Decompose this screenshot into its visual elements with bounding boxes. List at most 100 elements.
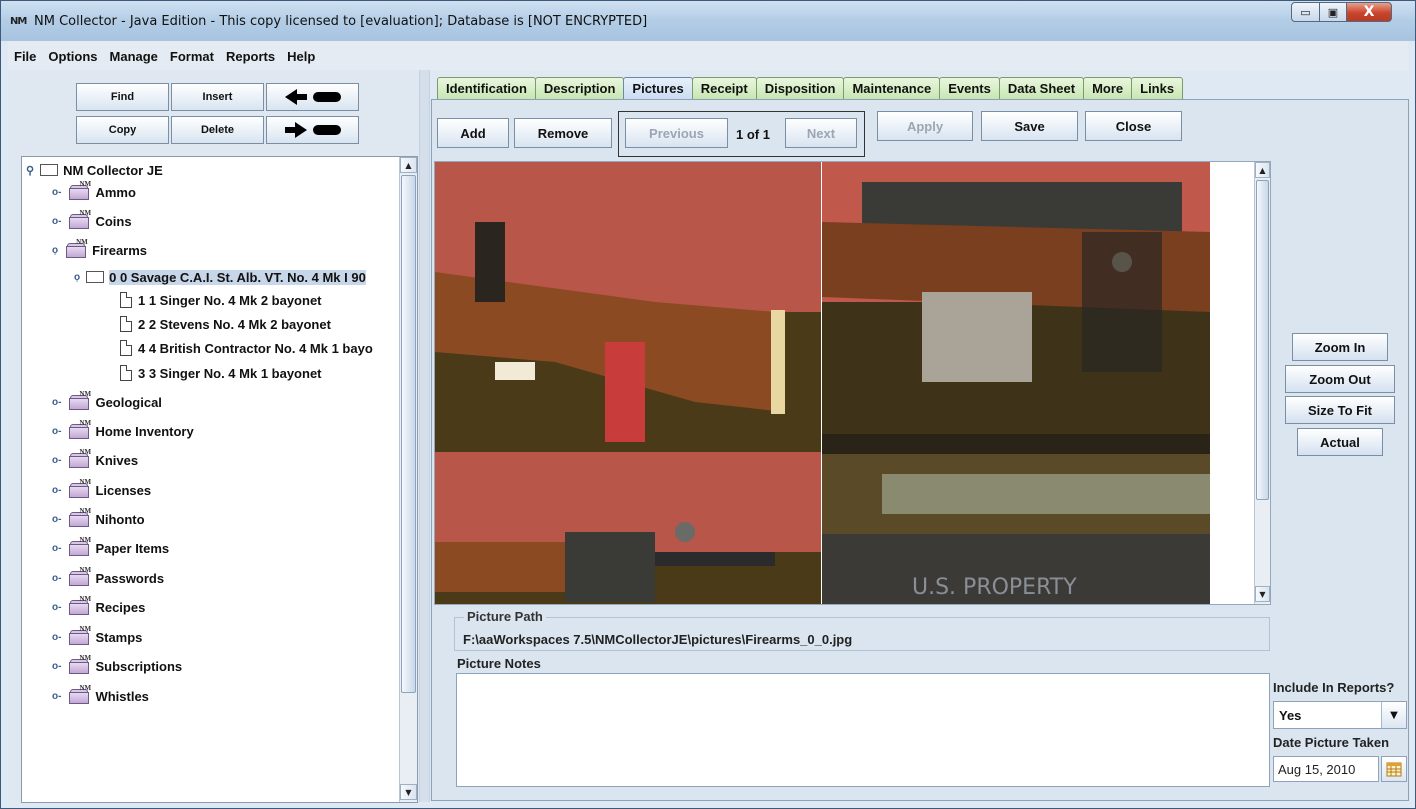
- picture-notes-field[interactable]: [456, 673, 1270, 787]
- scroll-down-icon[interactable]: ▼: [400, 784, 417, 800]
- scroll-up-icon[interactable]: ▲: [1255, 162, 1270, 178]
- collapsed-icon[interactable]: o-: [52, 216, 61, 227]
- include-in-reports-select[interactable]: Yes ▼: [1273, 701, 1407, 729]
- folder-badge: NM: [79, 209, 92, 217]
- tab-maintenance[interactable]: Maintenance: [843, 77, 941, 99]
- previous-button[interactable]: Previous: [625, 118, 728, 148]
- menu-format[interactable]: Format: [164, 49, 220, 64]
- close-icon: X: [1363, 4, 1375, 20]
- apply-button[interactable]: Apply: [877, 111, 973, 141]
- chevron-down-icon[interactable]: ▼: [1381, 702, 1406, 728]
- viewer-scrollbar[interactable]: ▲ ▼: [1254, 162, 1270, 604]
- date-picture-taken-field[interactable]: Aug 15, 2010: [1273, 756, 1379, 782]
- tree-item-label: 3 3 Singer No. 4 Mk 1 bayonet: [138, 365, 322, 381]
- menu-reports[interactable]: Reports: [220, 49, 281, 64]
- save-button[interactable]: Save: [981, 111, 1078, 141]
- collapsed-icon[interactable]: o-: [52, 661, 61, 672]
- folder-badge: NM: [79, 684, 92, 692]
- maximize-button[interactable]: ▣: [1319, 2, 1347, 22]
- expanded-icon[interactable]: ọ: [52, 245, 58, 256]
- window-title: NM Collector - Java Edition - This copy …: [34, 14, 648, 29]
- tree-item-passwords[interactable]: o- NM Passwords: [52, 566, 164, 589]
- tree-item-paper-items[interactable]: o- NM Paper Items: [52, 536, 169, 559]
- tab-pictures[interactable]: Pictures: [623, 77, 693, 99]
- tree-item-recipes[interactable]: o- NM Recipes: [52, 595, 145, 618]
- find-button[interactable]: Find: [76, 83, 169, 111]
- collapsed-icon[interactable]: o-: [52, 397, 61, 408]
- collapsed-icon[interactable]: o-: [52, 426, 61, 437]
- tree-scrollbar[interactable]: ▲ ▼: [399, 157, 417, 802]
- tree-item-british-contractor[interactable]: 4 4 British Contractor No. 4 Mk 1 bayo: [120, 337, 373, 359]
- forward-button[interactable]: [266, 116, 359, 144]
- tree-item-coins[interactable]: o- NM Coins: [52, 209, 132, 232]
- tab-disposition[interactable]: Disposition: [755, 77, 845, 99]
- zoom-in-button[interactable]: Zoom In: [1292, 333, 1388, 361]
- menu-options[interactable]: Options: [42, 49, 103, 64]
- expanded-icon[interactable]: ọ: [74, 272, 80, 283]
- expanded-icon[interactable]: ⚲: [26, 164, 34, 177]
- pane-splitter[interactable]: [419, 70, 430, 802]
- picture-path-value: F:\aaWorkspaces 7.5\NMCollectorJE\pictur…: [463, 632, 853, 647]
- scroll-down-icon[interactable]: ▼: [1255, 586, 1270, 602]
- collapsed-icon[interactable]: o-: [52, 543, 61, 554]
- collapsed-icon[interactable]: o-: [52, 485, 61, 496]
- collapsed-icon[interactable]: o-: [52, 514, 61, 525]
- tree-root[interactable]: ⚲ NM Collector JE: [26, 159, 163, 181]
- collapsed-icon[interactable]: o-: [52, 187, 61, 198]
- tree-item-licenses[interactable]: o- NM Licenses: [52, 478, 151, 501]
- tab-links[interactable]: Links: [1131, 77, 1184, 99]
- back-button[interactable]: [266, 83, 359, 111]
- collapsed-icon[interactable]: o-: [52, 455, 61, 466]
- tab-receipt[interactable]: Receipt: [691, 77, 757, 99]
- collapsed-icon[interactable]: o-: [52, 602, 61, 613]
- tree-item-subscriptions[interactable]: o- NM Subscriptions: [52, 654, 182, 677]
- menu-bar: File Options Manage Format Reports Help: [8, 41, 1408, 71]
- remove-button[interactable]: Remove: [514, 118, 612, 148]
- close-button[interactable]: Close: [1085, 111, 1182, 141]
- scroll-thumb[interactable]: [401, 175, 416, 693]
- collapsed-icon[interactable]: o-: [52, 573, 61, 584]
- tree-item-singer-mk1[interactable]: 3 3 Singer No. 4 Mk 1 bayonet: [120, 362, 322, 384]
- arrow-left-icon: [284, 89, 341, 105]
- tab-events[interactable]: Events: [939, 77, 1000, 99]
- size-to-fit-button[interactable]: Size To Fit: [1285, 396, 1395, 424]
- menu-file[interactable]: File: [8, 49, 42, 64]
- tab-data-sheet[interactable]: Data Sheet: [998, 77, 1085, 99]
- tree-item-label: Whistles: [95, 688, 149, 704]
- tree-item-stevens-mk2[interactable]: 2 2 Stevens No. 4 Mk 2 bayonet: [120, 313, 331, 335]
- folder-badge: NM: [79, 507, 92, 515]
- minimize-button[interactable]: ▭: [1291, 2, 1320, 22]
- tree-item-ammo[interactable]: o- NM Ammo: [52, 180, 136, 203]
- tree-item-firearms[interactable]: ọ NM Firearms: [52, 238, 147, 261]
- collapsed-icon[interactable]: o-: [52, 632, 61, 643]
- tree-item-whistles[interactable]: o- NM Whistles: [52, 684, 149, 707]
- zoom-out-button[interactable]: Zoom Out: [1285, 365, 1395, 393]
- tab-identification[interactable]: Identification: [437, 77, 536, 99]
- document-icon: [120, 365, 132, 381]
- scroll-thumb[interactable]: [1256, 180, 1269, 500]
- actual-size-button[interactable]: Actual: [1297, 428, 1383, 456]
- close-window-button[interactable]: X: [1346, 2, 1392, 22]
- scroll-up-icon[interactable]: ▲: [400, 157, 417, 173]
- insert-button[interactable]: Insert: [171, 83, 264, 111]
- tree-item-savage[interactable]: ọ 0 0 Savage C.A.I. St. Alb. VT. No. 4 M…: [74, 266, 366, 288]
- collection-tree[interactable]: ⚲ NM Collector JE o- NM Ammo o- NM Coins…: [21, 156, 418, 803]
- tab-more[interactable]: More: [1083, 77, 1133, 99]
- tree-item-home-inventory[interactable]: o- NM Home Inventory: [52, 419, 194, 442]
- tree-item-knives[interactable]: o- NM Knives: [52, 448, 138, 471]
- tab-description[interactable]: Description: [534, 77, 625, 99]
- add-button[interactable]: Add: [437, 118, 509, 148]
- next-button[interactable]: Next: [785, 118, 857, 148]
- calendar-button[interactable]: [1381, 756, 1407, 782]
- tree-item-singer-mk2[interactable]: 1 1 Singer No. 4 Mk 2 bayonet: [120, 289, 322, 311]
- tree-item-stamps[interactable]: o- NM Stamps: [52, 625, 142, 648]
- collapsed-icon[interactable]: o-: [52, 691, 61, 702]
- copy-button[interactable]: Copy: [76, 116, 169, 144]
- picture-viewer[interactable]: U.S. PROPERTY ▲ ▼: [434, 161, 1271, 605]
- tree-item-geological[interactable]: o- NM Geological: [52, 390, 162, 413]
- menu-help[interactable]: Help: [281, 49, 321, 64]
- menu-manage[interactable]: Manage: [104, 49, 164, 64]
- delete-button[interactable]: Delete: [171, 116, 264, 144]
- tree-item-nihonto[interactable]: o- NM Nihonto: [52, 507, 145, 530]
- folder-badge: NM: [79, 654, 92, 662]
